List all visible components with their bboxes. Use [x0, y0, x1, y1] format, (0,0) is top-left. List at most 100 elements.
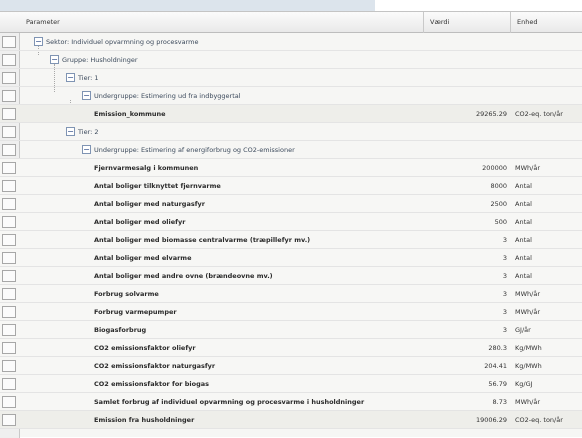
table-row[interactable]: CO2 emissionsfaktor naturgasfyr 204.41 K…	[0, 357, 582, 375]
parameter-value[interactable]: 2500	[424, 195, 511, 213]
row-selector[interactable]	[2, 72, 16, 84]
row-selector[interactable]	[2, 216, 16, 228]
parameter-value[interactable]: 3	[424, 267, 511, 285]
parameter-name: Emission fra husholdninger	[94, 416, 195, 424]
row-selector[interactable]	[2, 342, 16, 354]
table-row[interactable]: Antal boliger med andre ovne (brændeovne…	[0, 267, 582, 285]
parameter-value[interactable]: 8.73	[424, 393, 511, 411]
parameter-value[interactable]: 204.41	[424, 357, 511, 375]
tree-row-group[interactable]: − Gruppe: Husholdninger	[0, 51, 582, 69]
parameter-value[interactable]: 200000	[424, 159, 511, 177]
group-label: Gruppe: Husholdninger	[62, 56, 138, 64]
panel-title-strip	[0, 0, 375, 11]
table-row[interactable]: Antal boliger med oliefyr 500 Antal	[0, 213, 582, 231]
column-header-parameter[interactable]: Parameter	[20, 12, 424, 33]
row-selector[interactable]	[2, 288, 16, 300]
parameter-value[interactable]: 8000	[424, 177, 511, 195]
collapse-toggle-icon[interactable]: −	[50, 55, 59, 64]
parameter-unit: Kg/GJ	[515, 380, 533, 388]
parameter-name: CO2 emissionsfaktor oliefyr	[94, 344, 196, 352]
tier-1-label: Tier: 1	[78, 74, 99, 82]
parameter-value[interactable]: 3	[424, 321, 511, 339]
row-selector[interactable]	[2, 234, 16, 246]
parameter-unit: Antal	[515, 182, 532, 190]
collapse-toggle-icon[interactable]: −	[82, 91, 91, 100]
parameter-name: Samlet forbrug af individuel opvarmning …	[94, 398, 365, 406]
row-selector[interactable]	[2, 306, 16, 318]
row-selector[interactable]	[2, 36, 16, 48]
window-top-bar	[0, 0, 582, 11]
parameter-unit: Kg/MWh	[515, 344, 542, 352]
table-row[interactable]: Fjernvarmesalg i kommunen 200000 MWh/år	[0, 159, 582, 177]
row-selector[interactable]	[2, 144, 16, 156]
column-header-value[interactable]: Værdi	[424, 12, 511, 33]
row-selector[interactable]	[2, 90, 16, 102]
parameter-value[interactable]: 280.3	[424, 339, 511, 357]
parameter-name: Fjernvarmesalg i kommunen	[94, 164, 199, 172]
table-row[interactable]: Antal boliger med elvarme 3 Antal	[0, 249, 582, 267]
table-row[interactable]: Antal boliger med naturgasfyr 2500 Antal	[0, 195, 582, 213]
parameter-value[interactable]: 500	[424, 213, 511, 231]
parameter-unit: Antal	[515, 218, 532, 226]
row-selector[interactable]	[2, 270, 16, 282]
row-selector[interactable]	[2, 54, 16, 66]
parameter-value[interactable]: 19006.29	[424, 411, 511, 429]
parameter-name: Forbrug solvarme	[94, 290, 159, 298]
parameter-unit: MWh/år	[515, 290, 541, 298]
parameter-name: Forbrug varmepumper	[94, 308, 177, 316]
table-row[interactable]: CO2 emissionsfaktor for biogas 56.79 Kg/…	[0, 375, 582, 393]
parameter-unit: MWh/år	[515, 308, 541, 316]
table-row[interactable]: Samlet forbrug af individuel opvarmning …	[0, 393, 582, 411]
subgroup-1-label: Undergruppe: Estimering ud fra indbygger…	[94, 92, 241, 100]
parameter-value[interactable]: 56.79	[424, 375, 511, 393]
table-row[interactable]: Emission fra husholdninger 19006.29 CO2-…	[0, 411, 582, 429]
collapse-toggle-icon[interactable]: −	[66, 127, 75, 136]
parameter-value[interactable]: 3	[424, 285, 511, 303]
tree-row-tier-1[interactable]: − Tier: 1	[0, 69, 582, 87]
table-row-emission-kommune[interactable]: Emission_kommune 29265.29 CO2-eq. ton/år	[0, 105, 582, 123]
parameter-name: Antal boliger med biomasse centralvarme …	[94, 236, 311, 244]
tree-row-sector[interactable]: − Sektor: Individuel opvarmning og proce…	[0, 33, 582, 51]
parameter-unit: Antal	[515, 254, 532, 262]
column-header-unit[interactable]: Enhed	[511, 12, 582, 33]
table-row[interactable]: Biogasforbrug 3 GJ/år	[0, 321, 582, 339]
row-selector[interactable]	[2, 198, 16, 210]
tree-row-tier-2[interactable]: − Tier: 2	[0, 123, 582, 141]
collapse-toggle-icon[interactable]: −	[82, 145, 91, 154]
table-row[interactable]: Forbrug solvarme 3 MWh/år	[0, 285, 582, 303]
parameter-value[interactable]: 3	[424, 249, 511, 267]
tier-2-label: Tier: 2	[78, 128, 99, 136]
row-selector[interactable]	[2, 162, 16, 174]
row-selector[interactable]	[2, 378, 16, 390]
collapse-toggle-icon[interactable]: −	[34, 37, 43, 46]
collapse-toggle-icon[interactable]: −	[66, 73, 75, 82]
tree-row-subgroup-1[interactable]: − Undergruppe: Estimering ud fra indbygg…	[0, 87, 582, 105]
parameter-name: Antal boliger med andre ovne (brændeovne…	[94, 272, 273, 280]
row-selector[interactable]	[2, 126, 16, 138]
parameter-name: CO2 emissionsfaktor naturgasfyr	[94, 362, 216, 370]
sector-label: Sektor: Individuel opvarmning og procesv…	[46, 38, 199, 46]
row-selector[interactable]	[2, 324, 16, 336]
table-row[interactable]: Forbrug varmepumper 3 MWh/år	[0, 303, 582, 321]
parameter-unit: Antal	[515, 272, 532, 280]
table-row[interactable]: Antal boliger tilknyttet fjernvarme 8000…	[0, 177, 582, 195]
parameter-value[interactable]: 3	[424, 303, 511, 321]
row-selector[interactable]	[2, 180, 16, 192]
row-selector[interactable]	[2, 108, 16, 120]
parameter-value[interactable]: 3	[424, 231, 511, 249]
grid-header: Parameter Værdi Enhed	[0, 12, 582, 33]
parameter-name: Antal boliger med oliefyr	[94, 218, 186, 226]
parameter-unit: MWh/år	[515, 164, 541, 172]
row-selector[interactable]	[2, 396, 16, 408]
tree-row-subgroup-2[interactable]: − Undergruppe: Estimering af energiforbr…	[0, 141, 582, 159]
parameter-unit: GJ/år	[515, 326, 531, 334]
parameter-unit: Antal	[515, 200, 532, 208]
row-selector[interactable]	[2, 360, 16, 372]
parameter-name: Emission_kommune	[94, 110, 166, 118]
table-row[interactable]: Antal boliger med biomasse centralvarme …	[0, 231, 582, 249]
row-selector[interactable]	[2, 414, 16, 426]
parameter-name: Antal boliger med elvarme	[94, 254, 192, 262]
table-row[interactable]: CO2 emissionsfaktor oliefyr 280.3 Kg/MWh	[0, 339, 582, 357]
parameter-value[interactable]: 29265.29	[424, 105, 511, 123]
row-selector[interactable]	[2, 252, 16, 264]
